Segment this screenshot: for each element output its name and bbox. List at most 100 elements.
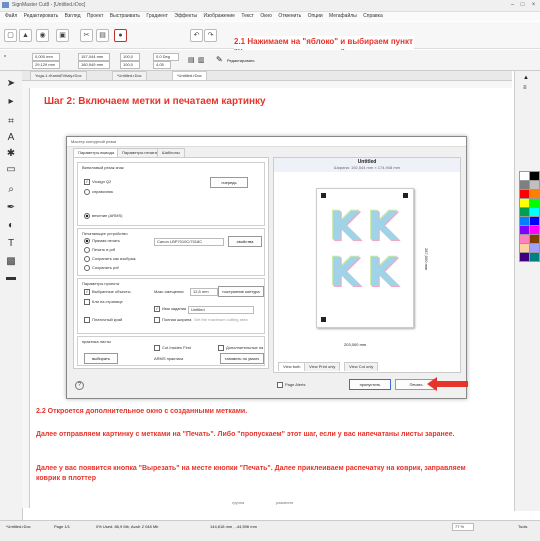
- menu-project[interactable]: Проект: [87, 12, 103, 21]
- step-field[interactable]: 4,05: [153, 61, 171, 69]
- save-icon[interactable]: ▣: [56, 29, 69, 42]
- contour-edge-option[interactable]: Платочный край: [84, 317, 122, 323]
- cutter-group: Виниловый резак знак ✓ Vicsign Q2 очередь…: [77, 162, 265, 226]
- group-label: группа: [232, 500, 245, 505]
- tab-view-both[interactable]: View both: [278, 362, 306, 371]
- printer-select[interactable]: Canon LBP7010C/7018C: [154, 238, 224, 246]
- zoom-field[interactable]: 77 %: [452, 523, 474, 531]
- pen-icon[interactable]: ✒: [4, 201, 18, 215]
- set-default-button[interactable]: тановить по умолч: [220, 353, 264, 364]
- menu-window[interactable]: Окно: [260, 12, 272, 21]
- fit-page-option[interactable]: Кли на странице: [84, 299, 123, 305]
- save-image-option[interactable]: Сохранить как изображ: [84, 256, 136, 262]
- offset-field[interactable]: 12,5 mm: [190, 288, 218, 296]
- align-center-icon[interactable]: ▥: [198, 56, 205, 64]
- tab-doc-2[interactable]: *Untitled.rDoc: [112, 71, 147, 80]
- new-icon[interactable]: ▢: [4, 29, 17, 42]
- menu-undo[interactable]: Отменить: [278, 12, 301, 21]
- undo-icon[interactable]: ↶: [190, 29, 203, 42]
- width-field[interactable]: 157,044 mm: [78, 53, 110, 61]
- bitmap-icon[interactable]: ▩: [4, 255, 18, 269]
- k-sticker: K: [329, 250, 361, 296]
- save-pdf-option[interactable]: Сохранить pdf: [84, 265, 119, 271]
- cutter-model-option[interactable]: ✓ Vicsign Q2: [84, 179, 111, 185]
- zoom-icon[interactable]: ⌕: [4, 183, 18, 197]
- fill-icon[interactable]: ▬: [4, 271, 18, 285]
- arms-label: ARMS практика: [154, 356, 184, 361]
- text-icon[interactable]: A: [4, 131, 18, 145]
- scale-w-field[interactable]: 100,0: [120, 53, 140, 61]
- scale-h-field[interactable]: 100,0: [120, 61, 140, 69]
- type-tool-icon[interactable]: T: [4, 237, 18, 251]
- height-field[interactable]: 180,949 mm: [78, 61, 110, 69]
- menu-image[interactable]: Изображение: [203, 12, 235, 21]
- y-field[interactable]: 29,129 mm: [32, 61, 60, 69]
- tab-templates[interactable]: Шаблоны: [157, 148, 185, 157]
- send-arms-option[interactable]: вечение (ARMS): [84, 213, 122, 219]
- build-contour-button[interactable]: построение контура: [218, 286, 264, 297]
- pointer-icon[interactable]: ➤: [4, 77, 18, 91]
- size-label: размеяте: [276, 500, 294, 505]
- menu-file[interactable]: Файл: [5, 12, 17, 21]
- extra-params-option[interactable]: Дополнительные па: [218, 345, 263, 351]
- choose-button[interactable]: выбирать: [84, 353, 118, 364]
- menu-edit[interactable]: Редактировать: [24, 12, 59, 21]
- menu-effects[interactable]: Эффекты: [174, 12, 197, 21]
- tab-view-print-only[interactable]: View Print only: [304, 362, 341, 371]
- shape-icon[interactable]: ▭: [4, 163, 18, 177]
- direct-print-option[interactable]: Прямая печать: [84, 238, 120, 244]
- color-swatch[interactable]: [529, 252, 540, 262]
- help-icon[interactable]: ?: [75, 381, 84, 390]
- maximize-button[interactable]: □: [518, 1, 527, 9]
- menu-help[interactable]: Справка: [363, 12, 383, 21]
- eraser-icon[interactable]: ◐: [4, 219, 18, 233]
- tools-label[interactable]: Tools: [518, 524, 527, 529]
- paint-icon[interactable]: ✱: [4, 147, 18, 161]
- cut-insides-option[interactable]: Cut Insides First: [154, 345, 191, 351]
- tab-print-params[interactable]: Параметры печати: [117, 148, 162, 157]
- k-sticker: K: [329, 204, 361, 250]
- menu-megafiles[interactable]: Мегафайлы: [329, 12, 357, 21]
- menu-view[interactable]: Взгляд: [65, 12, 81, 21]
- menu-options[interactable]: Опции: [308, 12, 323, 21]
- close-button[interactable]: ×: [529, 1, 538, 9]
- page-alerts-option[interactable]: Page Alerts: [277, 382, 305, 388]
- palette-arrow-icon[interactable]: ▲: [523, 75, 529, 81]
- palette-menu-icon[interactable]: ≡: [523, 85, 527, 91]
- tab-doc-1[interactable]: Yoga-1.rKanisEVitaly.rDoc: [30, 71, 87, 80]
- edit-icon[interactable]: ✎: [216, 55, 223, 64]
- print-pdf-option[interactable]: Печать в pdf: [84, 247, 115, 253]
- job-name-option[interactable]: ✓ Имя задания: [154, 306, 186, 312]
- selected-objects-option[interactable]: ✓ Выбранные объекты: [84, 289, 131, 295]
- open-icon[interactable]: ▲: [19, 29, 32, 42]
- cut-icon[interactable]: ✂: [80, 29, 93, 42]
- node-edit-icon[interactable]: ▸: [4, 95, 18, 109]
- full-width-option[interactable]: Полная ширина: [154, 317, 191, 323]
- menu-gradient[interactable]: Градиент: [146, 12, 168, 21]
- tab-output-params[interactable]: Параметры вывода: [73, 148, 120, 157]
- apple-icon[interactable]: ●: [114, 29, 127, 42]
- redo-icon[interactable]: ↷: [204, 29, 217, 42]
- minimize-button[interactable]: –: [508, 1, 517, 9]
- align-left-icon[interactable]: ▤: [188, 56, 195, 64]
- edit-label[interactable]: Редактировать: [227, 58, 255, 63]
- k-sticker: K: [367, 204, 399, 250]
- menu-arrange[interactable]: Выстраивать: [110, 12, 140, 21]
- tab-doc-3[interactable]: *Untitled.rDoc: [172, 71, 207, 80]
- queue-button[interactable]: очередь: [210, 177, 248, 188]
- angle-field[interactable]: 0,0 Deg: [153, 53, 179, 61]
- print-icon[interactable]: ▤: [96, 29, 109, 42]
- print-pdf-label: Печать в pdf: [92, 247, 116, 253]
- k-sticker: K: [367, 250, 399, 296]
- tab-view-cut-only[interactable]: View Cut only: [344, 362, 379, 371]
- menu-text[interactable]: Текст: [241, 12, 254, 21]
- align-icon[interactable]: ◉: [36, 29, 49, 42]
- status-coords: 144,618 mm , -44,596 mm: [210, 524, 257, 529]
- reference-option[interactable]: справочник: [84, 189, 113, 195]
- x-field[interactable]: 0,000 mm: [32, 53, 60, 61]
- crop-icon[interactable]: ⌗: [4, 115, 18, 129]
- skip-button[interactable]: пропустить: [349, 379, 391, 390]
- status-page[interactable]: Page 1/1: [54, 524, 70, 529]
- properties-button[interactable]: свойства: [228, 236, 262, 247]
- job-name-field[interactable]: Untitled: [188, 306, 254, 314]
